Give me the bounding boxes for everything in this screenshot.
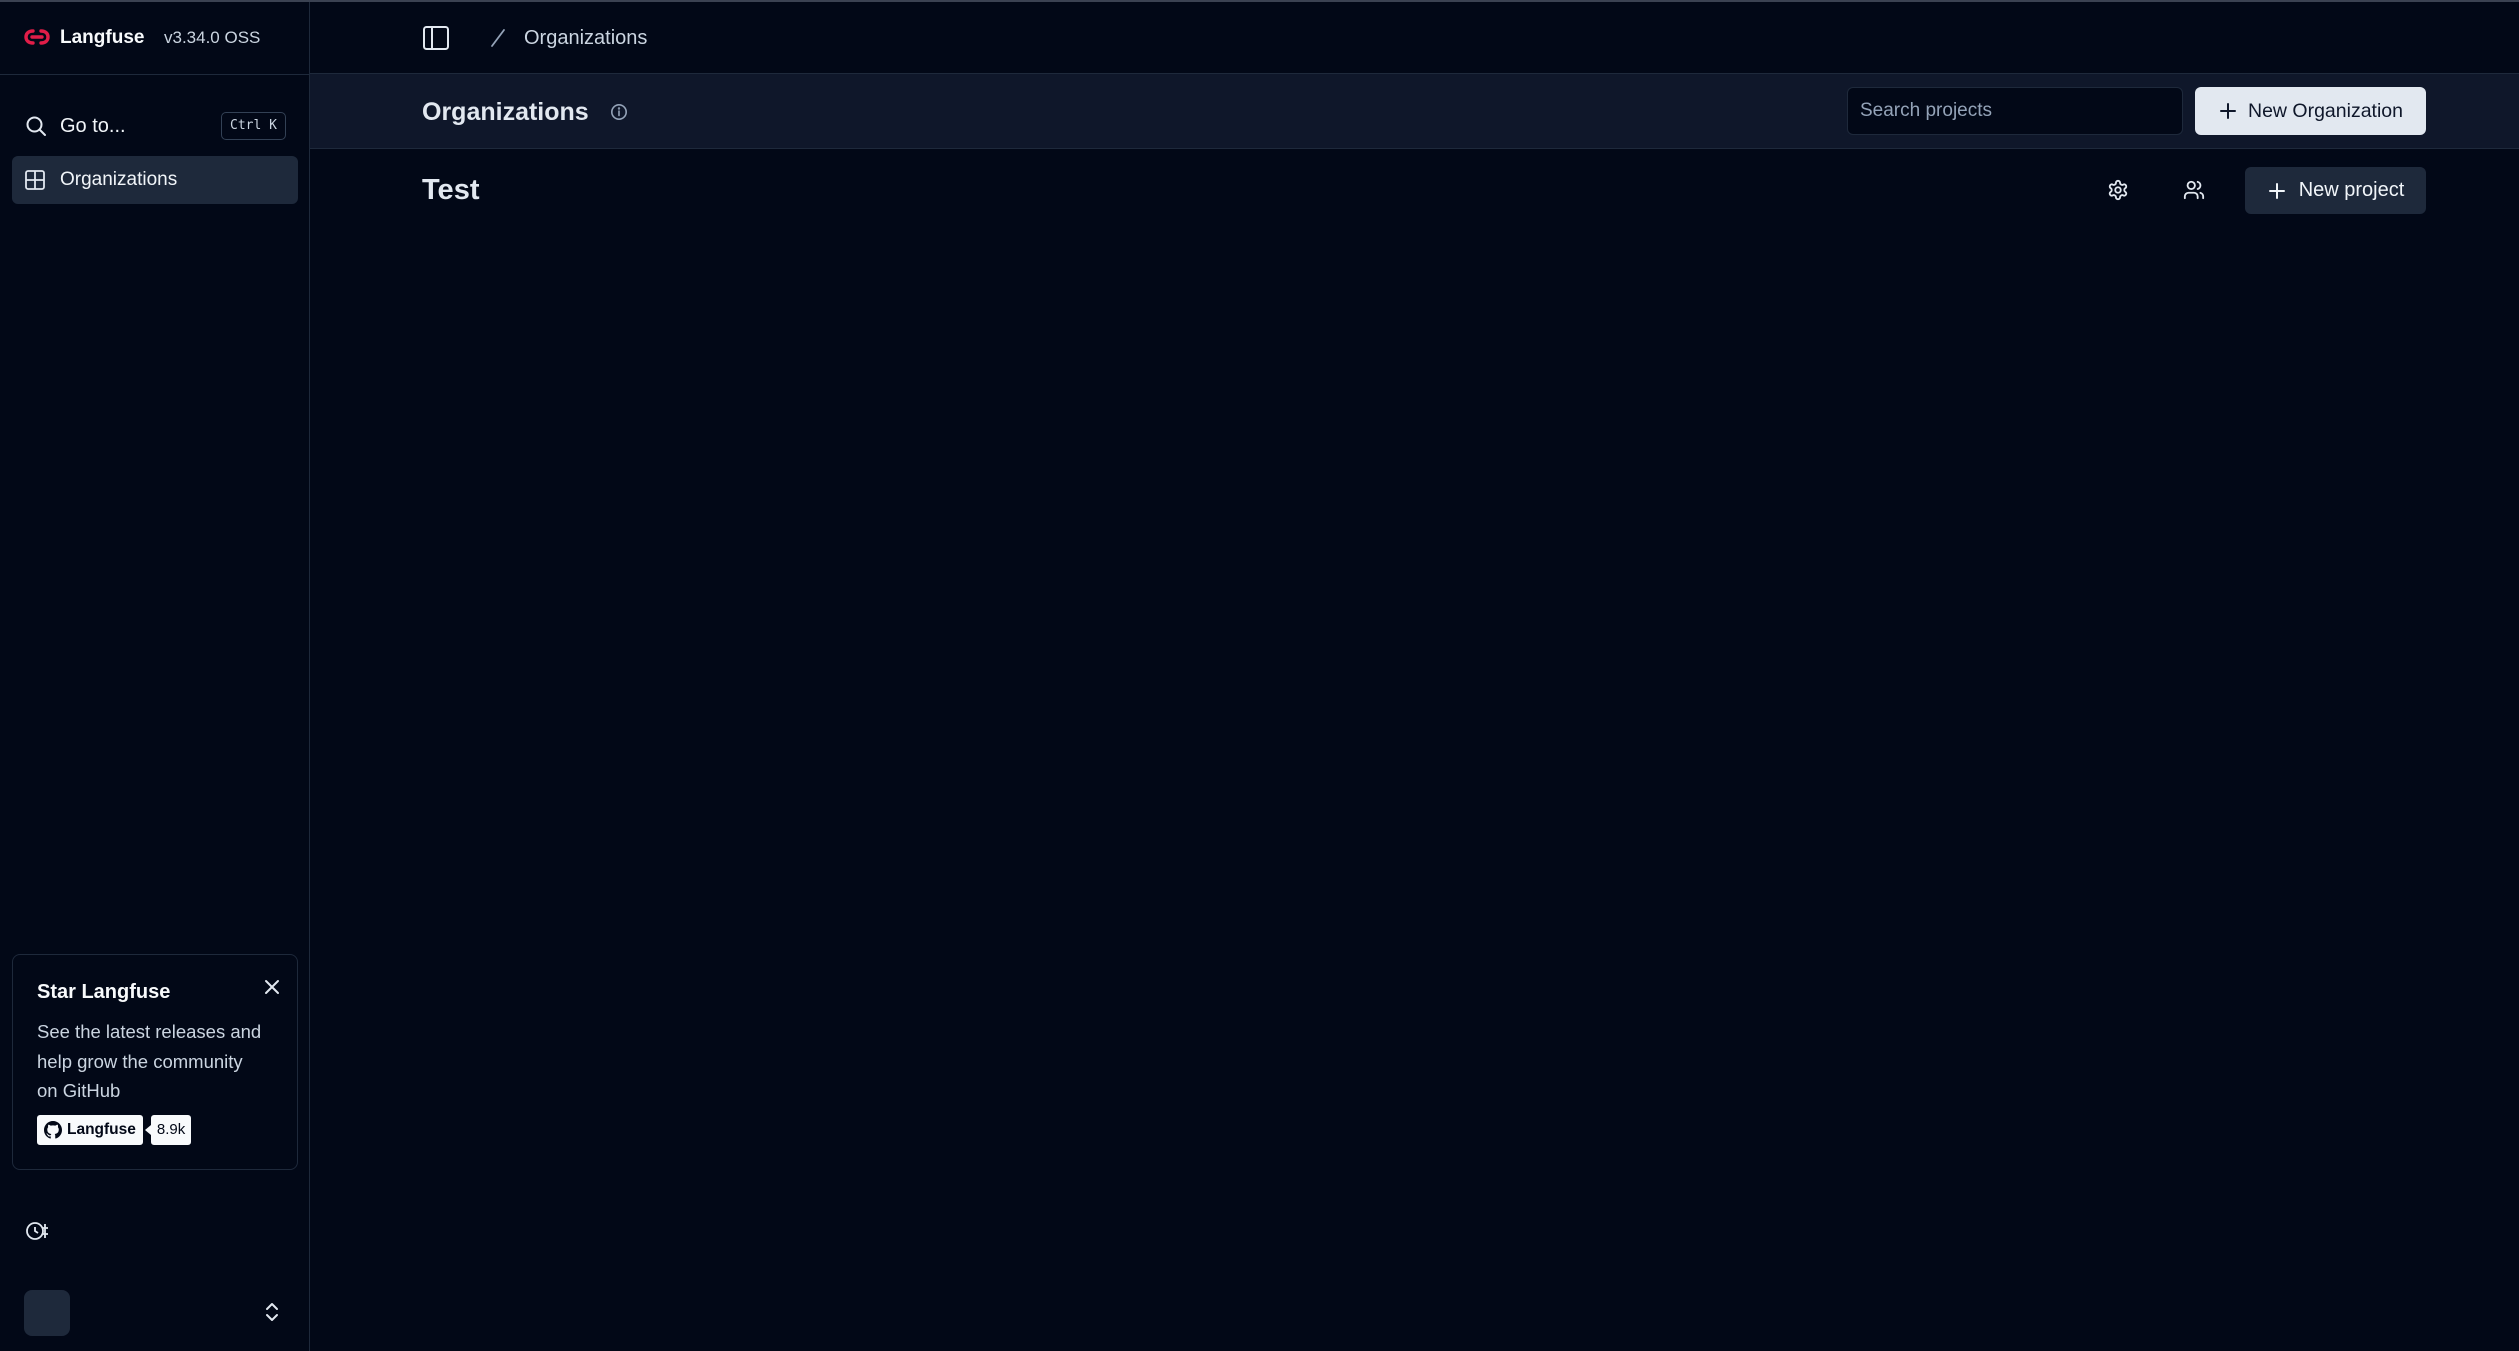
close-icon[interactable] [258, 973, 286, 1001]
organization-name: Test [422, 174, 480, 206]
keyboard-shortcut-badge: Ctrl K [221, 112, 286, 140]
new-organization-button[interactable]: New Organization [2195, 87, 2426, 135]
search-icon [26, 116, 46, 136]
info-icon[interactable] [610, 103, 628, 121]
goto-command-button[interactable]: Go to... Ctrl K [12, 106, 298, 146]
sidebar-item-label: Organizations [60, 169, 178, 190]
langfuse-logo-icon [24, 29, 50, 45]
page-title: Organizations [422, 98, 589, 126]
new-organization-label: New Organization [2248, 99, 2403, 122]
search-input[interactable] [1847, 87, 2183, 135]
app-version: v3.34.0 OSS [164, 28, 261, 47]
top-bar: Organizations [310, 2, 2519, 74]
environment-indicator[interactable] [24, 1214, 284, 1246]
goto-label: Go to... [60, 115, 126, 137]
sidebar: Langfuse v3.34.0 OSS Go to... Ctrl K Org… [0, 2, 310, 1351]
github-star-count[interactable]: 8.9k [144, 1115, 192, 1145]
sidebar-toggle-icon[interactable] [420, 22, 452, 54]
new-project-label: New project [2298, 179, 2405, 201]
github-icon [44, 1121, 62, 1139]
avatar [24, 1290, 70, 1336]
github-star-button[interactable]: Langfuse [37, 1115, 143, 1145]
chevron-up-down-icon [266, 1303, 278, 1321]
breadcrumb[interactable]: Organizations [524, 27, 647, 50]
users-icon [2183, 180, 2205, 200]
grid-icon [25, 170, 45, 190]
plus-icon [2220, 103, 2236, 119]
sidebar-item-organizations[interactable]: Organizations [12, 156, 298, 204]
github-repo-label: Langfuse [67, 1121, 136, 1138]
star-langfuse-card: Star Langfuse See the latest releases an… [12, 954, 298, 1170]
gear-icon [2108, 179, 2128, 201]
organization-members-button[interactable] [2174, 170, 2214, 210]
new-project-button[interactable]: New project [2245, 167, 2426, 214]
server-icon [26, 1222, 48, 1240]
github-star-badge[interactable]: Langfuse 8.9k [37, 1115, 192, 1145]
brand-header: Langfuse v3.34.0 OSS [0, 2, 309, 75]
plus-icon [2268, 182, 2285, 199]
user-menu-button[interactable] [12, 1284, 298, 1340]
star-card-title: Star Langfuse [37, 981, 171, 1003]
app-name[interactable]: Langfuse [60, 27, 144, 49]
star-card-description: See the latest releases and help grow th… [37, 1021, 262, 1101]
breadcrumb-separator-icon [491, 29, 505, 47]
page-header: Organizations New Organization [310, 74, 2519, 149]
organization-settings-button[interactable] [2098, 170, 2138, 210]
